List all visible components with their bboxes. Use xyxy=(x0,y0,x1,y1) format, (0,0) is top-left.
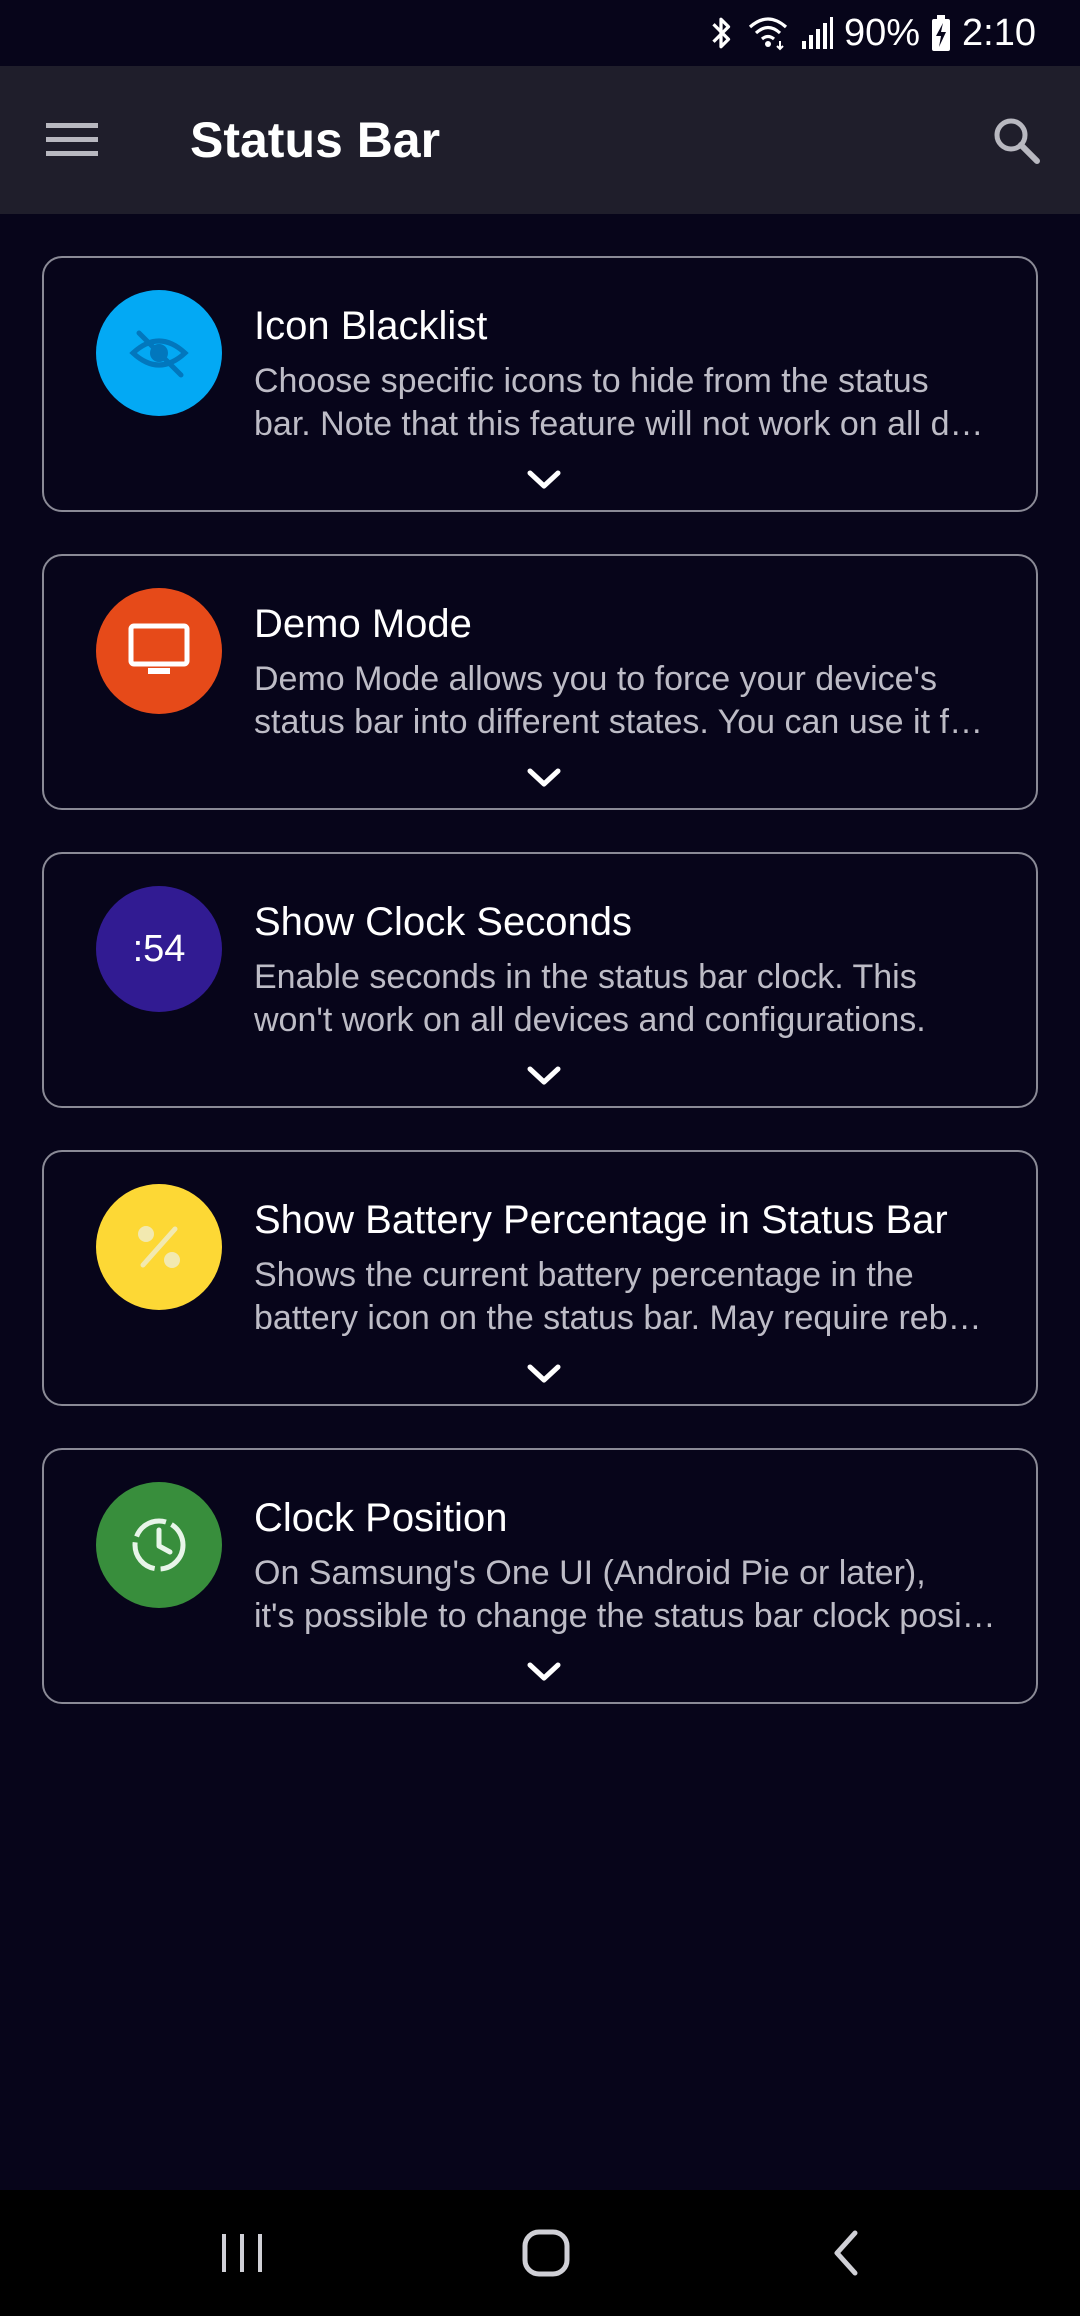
card-description-line: Demo Mode allows you to force your devic… xyxy=(254,660,938,698)
monitor-icon xyxy=(128,623,190,674)
card-title: Icon Blacklist xyxy=(254,304,488,348)
home-icon xyxy=(522,2229,570,2277)
home-button[interactable] xyxy=(486,2208,606,2298)
card-description-line: On Samsung's One UI (Android Pie or late… xyxy=(254,1554,926,1592)
eye-off-icon xyxy=(129,330,189,378)
clock-seconds-icon: :54 xyxy=(132,927,186,970)
search-button[interactable] xyxy=(972,96,1060,184)
recents-button[interactable] xyxy=(182,2208,302,2298)
card-icon-circle: :54 xyxy=(96,886,222,1012)
percent-icon xyxy=(138,1226,180,1268)
card-icon-circle xyxy=(96,1184,222,1310)
expand-button[interactable] xyxy=(526,766,562,790)
card-description-line: status bar into different states. You ca… xyxy=(254,703,996,741)
clock-icon xyxy=(132,1518,186,1572)
card-icon-circle xyxy=(96,290,222,416)
card-description: Shows the current battery percentage in … xyxy=(254,1254,996,1340)
chevron-down-icon xyxy=(527,1662,561,1681)
card-title: Show Clock Seconds xyxy=(254,900,632,944)
expand-button[interactable] xyxy=(526,1064,562,1088)
wifi-icon xyxy=(746,13,790,53)
card-description-line: Choose specific icons to hide from the s… xyxy=(254,362,929,400)
card-title: Demo Mode xyxy=(254,602,472,646)
card-icon-blacklist[interactable]: Icon Blacklist Choose specific icons to … xyxy=(42,256,1038,512)
card-icon-circle xyxy=(96,588,222,714)
card-description-line: battery icon on the status bar. May requ… xyxy=(254,1299,996,1337)
card-title: Clock Position xyxy=(254,1496,508,1540)
back-icon xyxy=(834,2230,858,2276)
back-button[interactable] xyxy=(786,2208,906,2298)
card-description: Enable seconds in the status bar clock. … xyxy=(254,956,996,1042)
card-description: On Samsung's One UI (Android Pie or late… xyxy=(254,1552,996,1638)
card-description-line: Enable seconds in the status bar clock. … xyxy=(254,958,917,996)
bluetooth-icon xyxy=(706,13,736,53)
card-clock-position[interactable]: Clock Position On Samsung's One UI (Andr… xyxy=(42,1448,1038,1704)
tweak-list: Icon Blacklist Choose specific icons to … xyxy=(42,256,1038,1746)
chevron-down-icon xyxy=(527,1066,561,1085)
battery-percentage: 90% xyxy=(843,11,921,54)
chevron-down-icon xyxy=(527,768,561,787)
menu-button[interactable] xyxy=(28,96,116,184)
status-time: 2:10 xyxy=(962,11,1036,54)
search-icon xyxy=(994,118,1040,164)
card-description-line: won't work on all devices and configurat… xyxy=(254,1001,926,1039)
expand-button[interactable] xyxy=(526,468,562,492)
card-description-line: bar. Note that this feature will not wor… xyxy=(254,405,996,443)
card-description: Choose specific icons to hide from the s… xyxy=(254,360,996,446)
card-show-battery-percentage[interactable]: Show Battery Percentage in Status Bar Sh… xyxy=(42,1150,1038,1406)
chevron-down-icon xyxy=(527,470,561,489)
card-demo-mode[interactable]: Demo Mode Demo Mode allows you to force … xyxy=(42,554,1038,810)
page-title: Status Bar xyxy=(190,112,441,168)
card-description-line: Shows the current battery percentage in … xyxy=(254,1256,914,1294)
recents-icon xyxy=(222,2234,262,2272)
card-description: Demo Mode allows you to force your devic… xyxy=(254,658,996,744)
card-show-clock-seconds[interactable]: :54 Show Clock Seconds Enable seconds in… xyxy=(42,852,1038,1108)
card-description-line: it's possible to change the status bar c… xyxy=(254,1597,996,1635)
card-icon-circle xyxy=(96,1482,222,1608)
expand-button[interactable] xyxy=(526,1362,562,1386)
app-bar: Status Bar xyxy=(0,66,1080,214)
system-navigation-bar xyxy=(0,2190,1080,2316)
signal-icon xyxy=(800,15,834,51)
battery-charging-icon xyxy=(930,14,952,52)
card-title: Show Battery Percentage in Status Bar xyxy=(254,1198,948,1242)
expand-button[interactable] xyxy=(526,1660,562,1684)
system-status-bar: 90% 2:10 xyxy=(0,0,1080,66)
hamburger-menu-icon xyxy=(46,123,98,156)
chevron-down-icon xyxy=(527,1364,561,1383)
